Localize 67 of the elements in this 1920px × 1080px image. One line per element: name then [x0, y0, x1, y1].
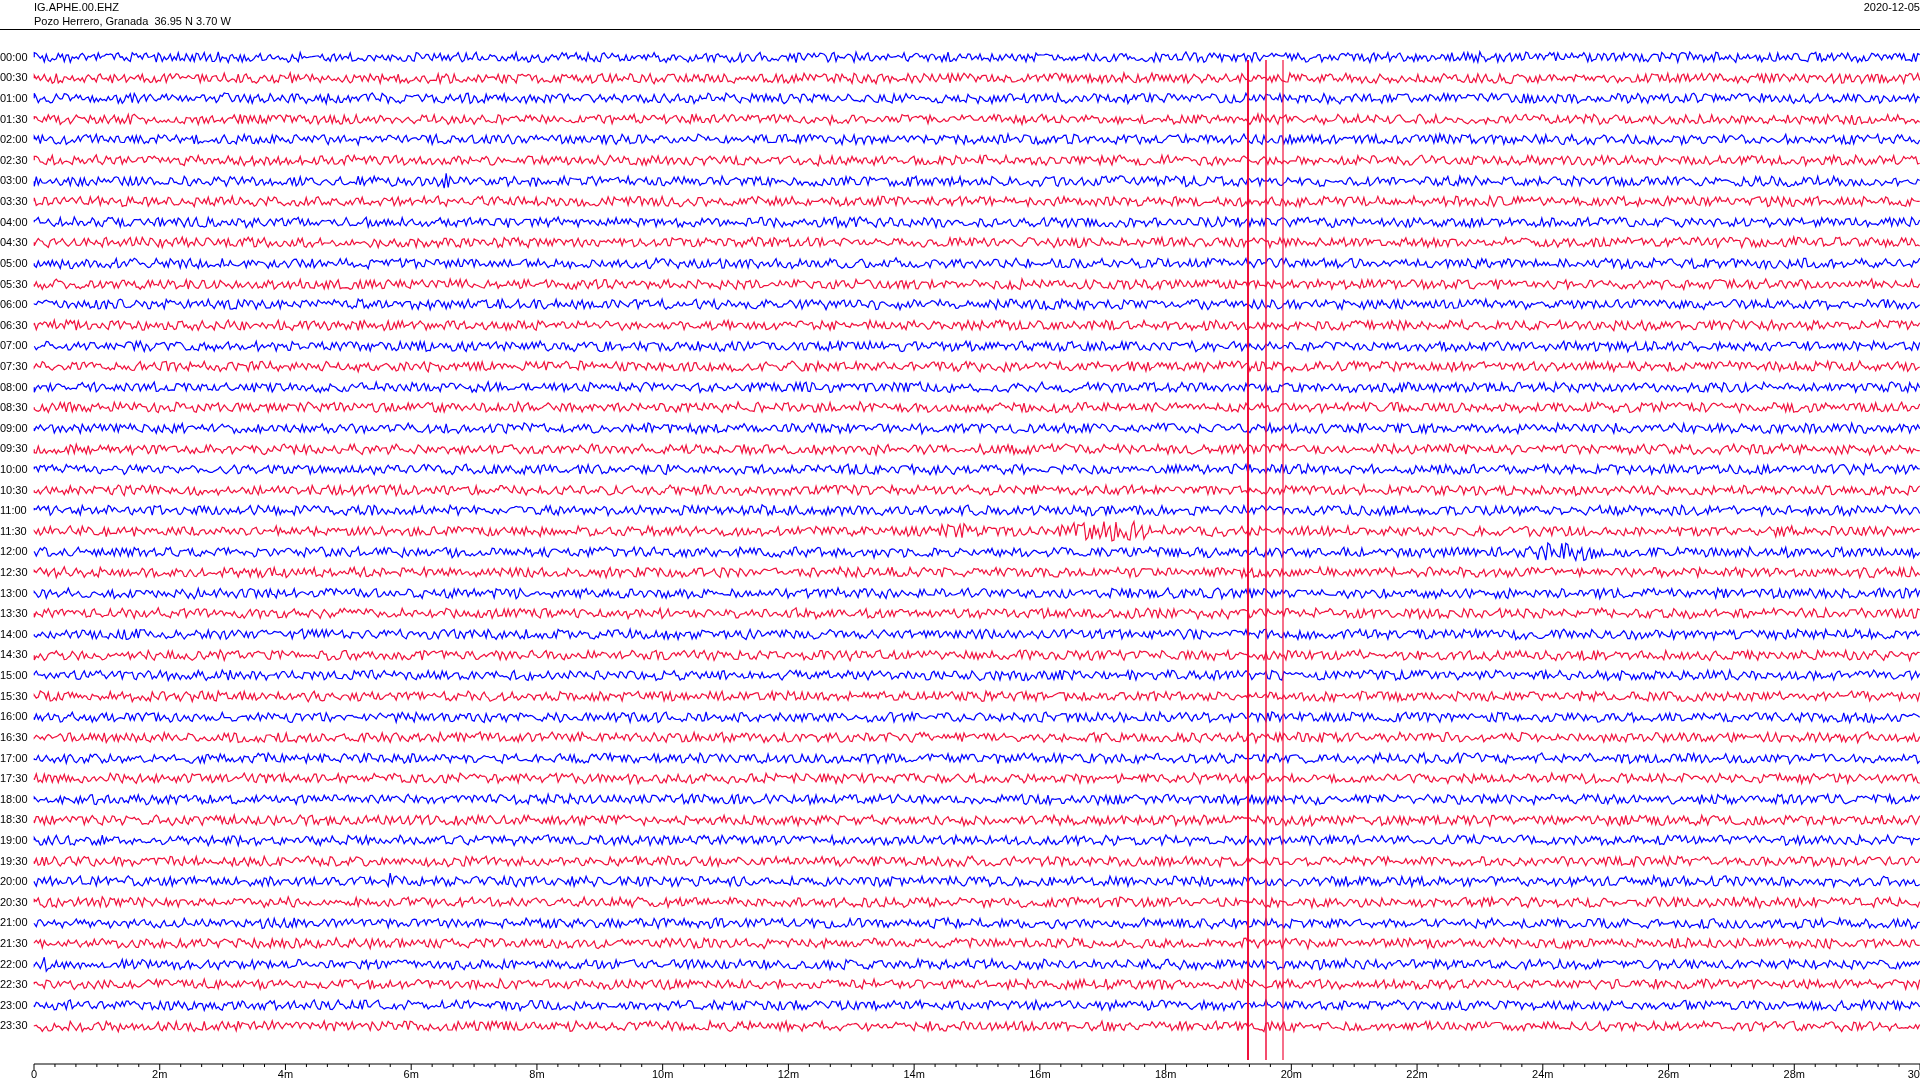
trace-time-label: 03:30 [0, 196, 29, 208]
trace-time-label: 15:00 [0, 670, 29, 682]
axis-tick-label: 28m [1783, 1068, 1805, 1080]
trace-time-label: 06:00 [0, 299, 29, 311]
axis-tick-label: 26m [1657, 1068, 1680, 1080]
trace-time-label: 08:00 [0, 381, 29, 393]
trace-time-label: 06:30 [0, 319, 29, 331]
trace-time-label: 05:00 [0, 257, 29, 269]
axis-tick-label: 18m [1154, 1068, 1177, 1080]
trace-time-label: 16:30 [0, 731, 29, 743]
trace-time-label: 12:30 [0, 567, 29, 579]
axis-tick-label: 0 [30, 1068, 38, 1080]
trace-time-label: 00:00 [0, 51, 29, 63]
trace-time-label: 09:00 [0, 422, 29, 434]
trace-time-label: 13:00 [0, 587, 29, 599]
trace-time-label: 20:00 [0, 876, 29, 888]
trace-time-label: 17:30 [0, 773, 29, 785]
trace-time-label: 08:30 [0, 402, 29, 414]
station-code: IG.APHE.00.EHZ [34, 0, 120, 14]
station-location: Pozo Herrero, Granada 36.95 N 3.70 W [34, 14, 231, 28]
trace-time-label: 12:00 [0, 546, 29, 558]
trace-time-label: 10:00 [0, 464, 29, 475]
trace-time-label: 10:30 [0, 484, 29, 496]
trace-time-label: 16:00 [0, 711, 29, 723]
trace-time-label: 02:30 [0, 154, 29, 166]
trace-time-label: 21:00 [0, 917, 29, 929]
trace-time-label: 11:00 [0, 505, 28, 517]
axis-tick-label: 12m [777, 1068, 800, 1080]
trace-time-label: 11:30 [0, 525, 28, 537]
trace-time-label: 18:30 [0, 814, 29, 826]
trace-time-label: 07:30 [0, 360, 29, 372]
trace-time-label: 22:00 [0, 958, 29, 970]
axis-tick-label: 16m [1029, 1068, 1051, 1080]
trace-time-label: 04:30 [0, 237, 29, 249]
trace-time-label: 09:30 [0, 443, 29, 455]
trace-time-label: 13:30 [0, 608, 29, 620]
trace-time-label: 18:00 [0, 793, 29, 805]
trace-time-label: 15:30 [0, 690, 29, 702]
axis-tick-label: 2m [152, 1068, 168, 1080]
axis-tick-label: 8m [529, 1068, 545, 1080]
trace-time-label: 04:00 [0, 216, 29, 228]
axis-tick-label: 30 [1907, 1068, 1920, 1080]
trace-time-label: 01:00 [0, 93, 29, 104]
trace-time-label: 01:30 [0, 113, 29, 125]
trace-time-label: 02:00 [0, 134, 29, 146]
trace-time-label: 14:30 [0, 649, 29, 661]
plot-date: 2020-12-05 [1863, 0, 1920, 14]
axis-tick-label: 14m [903, 1068, 925, 1080]
trace-time-label: 23:30 [0, 1020, 29, 1032]
trace-time-label: 00:30 [0, 72, 29, 84]
trace-time-label: 14:00 [0, 628, 29, 640]
trace-time-label: 23:00 [0, 999, 29, 1011]
trace-time-label: 17:00 [0, 752, 29, 764]
trace-time-label: 22:30 [0, 979, 29, 991]
trace-time-label: 05:30 [0, 278, 29, 290]
trace-time-label: 19:00 [0, 834, 29, 846]
trace-time-label: 21:30 [0, 938, 29, 949]
trace-time-label: 07:00 [0, 340, 29, 352]
trace-time-label: 19:30 [0, 855, 29, 867]
axis-tick-label: 24m [1532, 1068, 1554, 1080]
axis-tick-label: 6m [403, 1068, 419, 1080]
trace-time-label: 03:00 [0, 175, 29, 187]
axis-tick-label: 4m [277, 1068, 294, 1080]
axis-tick-label: 20m [1280, 1068, 1303, 1080]
axis-tick-label: 22m [1406, 1068, 1428, 1080]
axis-tick-label: 10m [651, 1068, 674, 1080]
trace-time-label: 20:30 [0, 896, 29, 908]
